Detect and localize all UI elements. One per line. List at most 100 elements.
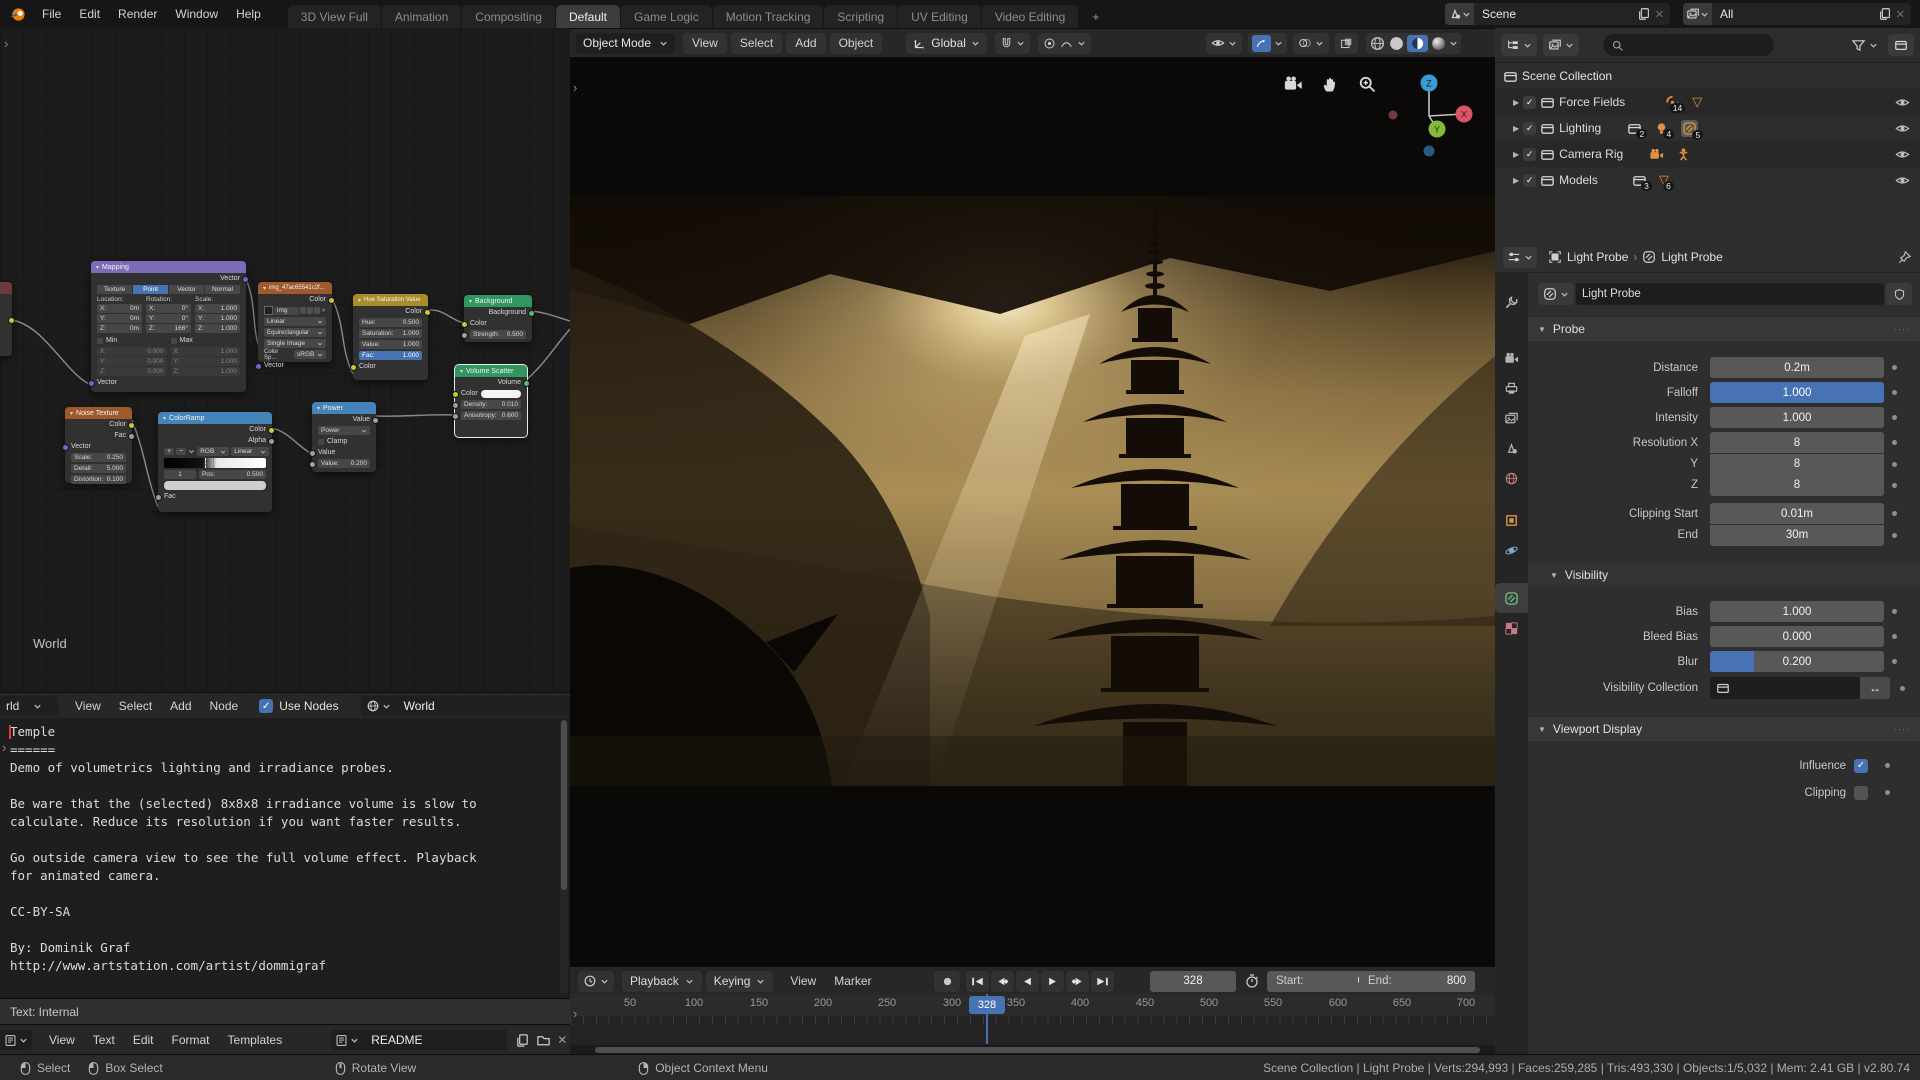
menu-help[interactable]: Help [227, 7, 270, 21]
fake-user-icon[interactable] [300, 307, 306, 314]
value-field[interactable]: Value:1.000 [359, 340, 422, 349]
node-volume-scatter[interactable]: ▾Volume Scatter Volume Color Density:0.0… [455, 365, 527, 437]
scale-field[interactable]: Scale:0.250 [71, 453, 126, 462]
expand-icon[interactable]: ▶ [1513, 176, 1519, 185]
proportional-editing-toggle[interactable] [1038, 33, 1091, 54]
falloff-slider[interactable]: 1.000 [1710, 382, 1884, 403]
panel-drag-dots[interactable]: ···· [1894, 324, 1910, 334]
pan-view-icon[interactable] [1320, 74, 1340, 94]
mapping-type-vector[interactable]: Vector [169, 285, 204, 294]
shading-solid-button[interactable] [1388, 35, 1405, 52]
tab-compositing[interactable]: Compositing [462, 5, 555, 28]
shader-type-dropdown[interactable]: rld [0, 696, 58, 716]
playback-menu[interactable]: Playback [622, 971, 702, 992]
stop-index-field[interactable]: 1 [164, 470, 196, 479]
node-mapping[interactable]: ▾Mapping Vector Texture Point Vector Nor… [91, 261, 246, 392]
max-x-field[interactable]: X:1.000 [171, 347, 241, 356]
node-background[interactable]: ▾Background Background Color Strength:0.… [464, 295, 532, 342]
menu-add[interactable]: Add [786, 33, 825, 54]
saturation-field[interactable]: Saturation:1.000 [359, 329, 422, 338]
outliner-row-scene-collection[interactable]: Scene Collection [1495, 63, 1920, 89]
menu-select[interactable]: Select [731, 33, 782, 54]
timeline-scrollbar-track[interactable] [570, 1045, 1495, 1054]
collapse-node-icon[interactable]: ▾ [163, 415, 166, 422]
breadcrumb-data[interactable]: Light Probe [1661, 250, 1722, 264]
mode-dropdown[interactable]: Object Mode [576, 33, 675, 54]
mapping-type-normal[interactable]: Normal [205, 285, 240, 294]
strength-field[interactable]: Strength:0.500 [470, 330, 526, 339]
menu-edit[interactable]: Edit [124, 1033, 163, 1047]
probe-name-field[interactable]: Light Probe [1576, 283, 1884, 305]
collapse-node-icon[interactable]: ▾ [317, 405, 320, 412]
display-mode-dropdown[interactable] [1501, 34, 1537, 56]
menu-text[interactable]: Text [84, 1033, 124, 1047]
current-frame-badge[interactable]: 328 [969, 996, 1005, 1014]
axis-neg-x-ball[interactable] [1389, 111, 1398, 120]
remove-stop-button[interactable]: − [176, 448, 186, 455]
text-editor[interactable]: › Temple ====== Demo of volumetrics ligh… [0, 718, 571, 998]
color-output-socket[interactable] [424, 309, 431, 316]
collapse-node-icon[interactable]: ▾ [70, 410, 73, 417]
color-output-socket[interactable] [268, 427, 275, 434]
eye-icon[interactable] [1895, 121, 1910, 136]
animate-dot[interactable] [1892, 533, 1897, 538]
node-power-math[interactable]: ▾Power Value Power Clamp Value Value:0.2… [312, 402, 376, 472]
mapping-type-texture[interactable]: Texture [97, 285, 132, 294]
min-checkbox[interactable] [97, 338, 103, 344]
add-stop-button[interactable]: + [164, 448, 174, 455]
editor-type-dropdown[interactable] [578, 971, 614, 992]
copy-scene-icon[interactable] [1637, 7, 1651, 21]
blur-slider[interactable]: 0.200 [1710, 651, 1884, 672]
copy-image-icon[interactable] [307, 307, 313, 314]
color-mode-dropdown[interactable]: RGB [197, 447, 229, 456]
strength-input-socket[interactable] [461, 332, 468, 339]
menu-view[interactable]: View [66, 699, 110, 713]
node-colorramp[interactable]: ▾ColorRamp Color Alpha + − RGB Linear 1 … [158, 412, 272, 512]
shading-wireframe-button[interactable] [1369, 35, 1386, 52]
tab-3d-view-full[interactable]: 3D View Full [288, 5, 381, 28]
value-input-socket[interactable] [309, 450, 316, 457]
frame-start-field[interactable]: Start:0 [1267, 971, 1373, 992]
tab-physics[interactable] [1495, 535, 1528, 565]
new-collection-button[interactable] [1888, 34, 1914, 56]
distortion-field[interactable]: Distortion:0.100 [71, 475, 126, 484]
timeline-scrollbar-thumb[interactable] [595, 1047, 1480, 1053]
interpolation-dropdown[interactable]: Linear [264, 317, 326, 326]
vector-input-socket[interactable] [62, 444, 69, 451]
world-name-field[interactable]: World [396, 696, 570, 716]
resolution-x-field[interactable]: 8 [1710, 432, 1884, 453]
collection-label[interactable]: Scene Collection [1522, 69, 1612, 83]
menu-node[interactable]: Node [201, 699, 248, 713]
animate-dot[interactable] [1892, 462, 1897, 467]
outliner-row-lighting[interactable]: ▶ ✓ Lighting 2 4 5 [1495, 115, 1920, 141]
invert-collection-button[interactable]: ↔ [1860, 677, 1890, 699]
animate-dot[interactable] [1892, 440, 1897, 445]
animate-dot[interactable] [1892, 390, 1897, 395]
mapping-type-point[interactable]: Point [133, 285, 168, 294]
xray-toggle[interactable] [1335, 33, 1358, 54]
node-environment-texture[interactable]: ▾img_47ac65541c2f... Color img ✕ Linear … [258, 282, 332, 362]
density-input-socket[interactable] [452, 402, 459, 409]
color-input-socket[interactable] [452, 391, 459, 398]
jump-to-end-button[interactable] [1091, 971, 1114, 992]
gradient-bar[interactable] [164, 458, 266, 468]
min-y-field[interactable]: Y:0.000 [97, 357, 167, 366]
animate-dot[interactable] [1885, 763, 1890, 768]
timeline-track-area[interactable] [570, 1016, 1495, 1044]
color-output-socket[interactable] [128, 422, 135, 429]
scene-name[interactable]: Scene [1474, 7, 1637, 21]
source-dropdown[interactable]: Single Image [264, 339, 326, 348]
world-browse-button[interactable] [361, 696, 396, 716]
node-hue-saturation-value[interactable]: ▾Hue Saturation Value Color Hue:0.500 Sa… [353, 294, 428, 380]
tab-scripting[interactable]: Scripting [824, 5, 897, 28]
outliner-filter-source-dropdown[interactable] [1543, 34, 1579, 56]
collection-checkbox[interactable]: ✓ [1523, 148, 1536, 161]
next-keyframe-button[interactable] [1066, 971, 1089, 992]
menu-select[interactable]: Select [110, 699, 161, 713]
editor-type-dropdown[interactable] [1503, 247, 1537, 268]
clipping-checkbox[interactable] [1854, 786, 1868, 800]
tab-tool[interactable] [1495, 287, 1528, 317]
vector-input-socket[interactable] [88, 380, 95, 387]
open-text-icon[interactable] [536, 1033, 551, 1048]
collapse-node-icon[interactable]: ▾ [460, 368, 463, 375]
